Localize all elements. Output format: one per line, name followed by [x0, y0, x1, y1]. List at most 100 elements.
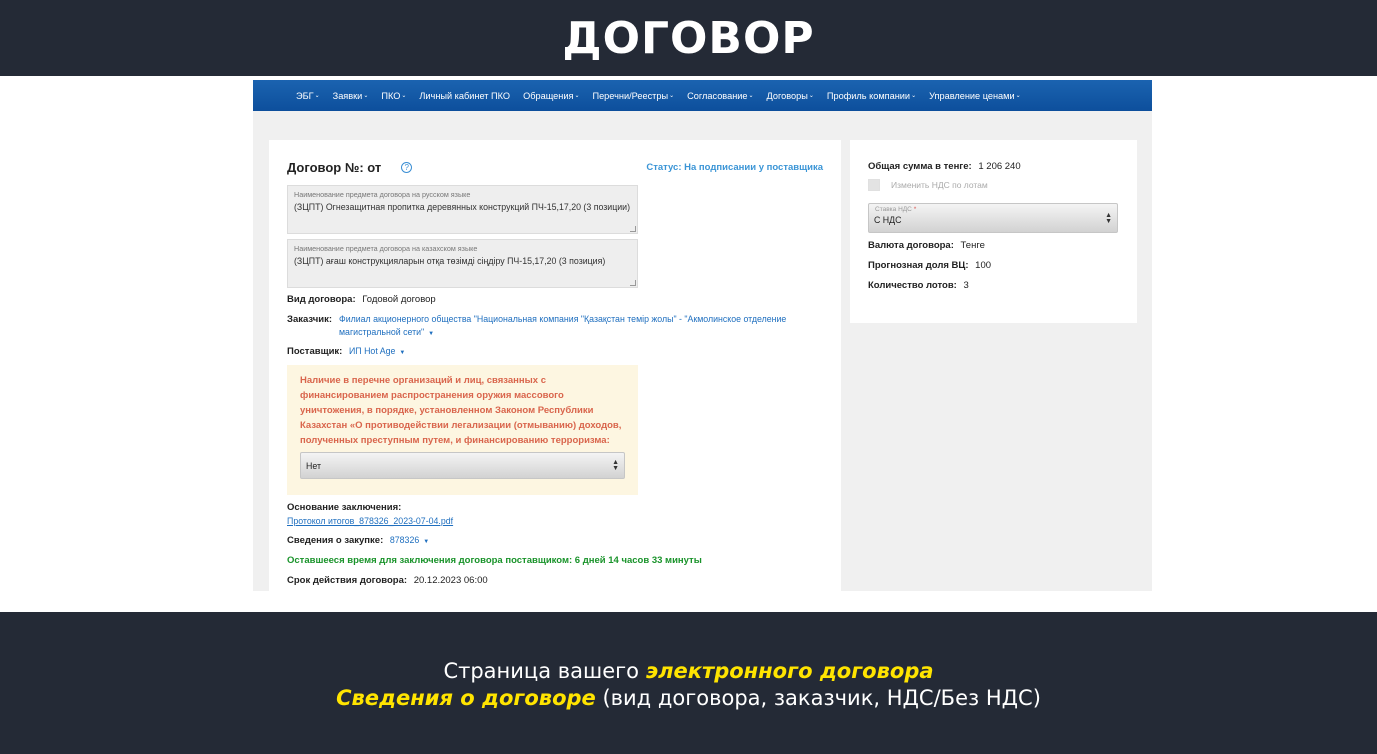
nav-item-label: Обращения: [523, 90, 574, 101]
caption-line-2-suffix: (вид договора, заказчик, НДС/Без НДС): [595, 686, 1041, 710]
total-sum-label: Общая сумма в тенге:: [868, 161, 972, 172]
caret-down-icon[interactable]: ▼: [399, 350, 405, 356]
subject-ru-label: Наименование предмета договора на русско…: [294, 190, 471, 199]
chevron-down-icon: ⌄: [1015, 93, 1021, 99]
nav-item-pko[interactable]: ПКО ⌄: [381, 91, 406, 101]
currency-value: Тенге: [960, 240, 985, 251]
sanctions-select[interactable]: Нет ▲ ▼: [300, 452, 625, 479]
nav-item-ebg[interactable]: ЭБГ ⌄: [296, 91, 320, 101]
nav-item-label: Управление ценами: [929, 90, 1015, 101]
customer-name-line2: магистральной сети": [339, 327, 425, 337]
vat-select-value: С НДС: [874, 214, 902, 225]
contract-details-card: Договор №: от ? Статус: На подписании у …: [269, 140, 841, 591]
chevron-down-icon: ⌄: [314, 93, 320, 99]
total-sum-value: 1 206 240: [978, 161, 1021, 172]
chevron-down-icon: ⌄: [574, 93, 580, 99]
purchase-label: Сведения о закупке:: [287, 535, 384, 546]
caption-line-2-highlight: Сведения о договоре: [336, 686, 596, 710]
lots-value: 3: [963, 280, 969, 291]
required-mark: *: [913, 206, 917, 213]
nav-item-company-profile[interactable]: Профиль компании ⌄: [827, 91, 916, 101]
sanctions-warning-box: Наличие в перечне организаций и лиц, свя…: [287, 365, 638, 495]
subject-ru-value: (ЗЦПТ) Огнезащитная пропитка деревянных …: [294, 202, 630, 212]
nav-item-label: Договоры: [766, 90, 808, 101]
customer-name-line1: Филиал акционерного общества "Национальн…: [339, 314, 787, 324]
basis-label: Основание заключения:: [287, 502, 402, 513]
nav-item-applications[interactable]: Заявки ⌄: [333, 91, 369, 101]
nav-item-approval[interactable]: Согласование ⌄: [687, 91, 753, 101]
nav-item-label: Профиль компании: [826, 90, 911, 101]
share-label: Прогнозная доля ВЦ:: [868, 260, 969, 271]
sanctions-warning-text: Наличие в перечне организаций и лиц, свя…: [300, 375, 622, 446]
contract-summary-card: Общая сумма в тенге: 1 206 240 Изменить …: [850, 140, 1137, 323]
basis-file-link[interactable]: Протокол итогов_878326_2023-07-04.pdf: [287, 516, 453, 526]
chevron-down-icon: ⌄: [363, 93, 369, 99]
contract-type-value: Годовой договор: [362, 294, 436, 305]
caption-line-1-prefix: Страница вашего: [443, 659, 646, 683]
validity-row: Срок действия договора: 20.12.2023 06:00: [287, 575, 488, 586]
resize-handle-icon[interactable]: [630, 280, 636, 286]
contract-screenshot: ЭБГ ⌄ Заявки ⌄ ПКО ⌄ Личный кабинет ПКО Обр…: [253, 80, 1152, 591]
share-row: Прогнозная доля ВЦ: 100: [868, 260, 991, 271]
change-vat-label: Изменить НДС по лотам: [891, 180, 988, 190]
subject-kz-field[interactable]: Наименование предмета договора на казахс…: [287, 239, 638, 288]
contract-status: Статус: На подписании у поставщика: [646, 162, 823, 173]
share-value: 100: [975, 260, 992, 271]
caret-down-icon: ▼: [428, 331, 435, 337]
nav-item-pko-cabinet[interactable]: Личный кабинет ПКО: [419, 91, 510, 101]
nav-item-label: Заявки: [332, 90, 363, 101]
supplier-link[interactable]: ИП Hot Age: [349, 346, 395, 356]
subject-kz-label: Наименование предмета договора на казахс…: [294, 244, 478, 253]
caption-line-1-highlight: электронного договора: [645, 659, 934, 683]
help-icon[interactable]: ?: [401, 162, 413, 173]
lots-row: Количество лотов: 3: [868, 280, 969, 291]
banner-title: ДОГОВОР: [562, 12, 815, 64]
lots-label: Количество лотов:: [868, 280, 957, 291]
basis-file-row: Протокол итогов_878326_2023-07-04.pdf: [287, 516, 453, 526]
customer-row: Заказчик:: [287, 314, 332, 325]
bottom-caption-banner: Страница вашего электронного договора Св…: [0, 612, 1377, 754]
chevron-down-icon: ⌄: [748, 93, 754, 99]
remaining-time: Оставшееся время для заключения договора…: [287, 555, 702, 566]
caption-line-1: Страница вашего электронного договора: [0, 659, 1377, 683]
nav-item-label: Согласование: [687, 90, 748, 101]
total-sum-row: Общая сумма в тенге: 1 206 240: [868, 161, 1021, 172]
nav-item-label: Перечни/Реестры: [592, 90, 669, 101]
contract-title-text: Договор №: от: [287, 160, 382, 175]
subject-ru-field[interactable]: Наименование предмета договора на русско…: [287, 185, 638, 234]
currency-label: Валюта договора:: [868, 240, 954, 251]
vat-select[interactable]: Ставка НДС * С НДС ▲ ▼: [868, 203, 1118, 233]
nav-item-registries[interactable]: Перечни/Реестры ⌄: [592, 91, 674, 101]
supplier-label: Поставщик:: [287, 346, 343, 357]
purchase-row: Сведения о закупке: 878326 ▼: [287, 535, 429, 546]
caret-down-icon[interactable]: ▼: [423, 539, 429, 545]
subject-kz-value: (ЗЦПТ) ағаш конструкцияларын отқа төзімд…: [294, 256, 606, 266]
validity-label: Срок действия договора:: [287, 575, 408, 586]
contract-type-row: Вид договора: Годовой договор: [287, 294, 436, 305]
select-arrows-icon: ▲ ▼: [612, 459, 619, 472]
nav-item-label: ПКО: [381, 90, 401, 101]
top-banner: ДОГОВОР: [0, 0, 1377, 76]
contract-type-label: Вид договора:: [287, 294, 356, 305]
nav-item-price-management[interactable]: Управление ценами ⌄: [929, 91, 1021, 101]
nav-item-label: ЭБГ: [296, 90, 314, 101]
nav-item-contracts[interactable]: Договоры ⌄: [767, 91, 814, 101]
purchase-link[interactable]: 878326: [390, 535, 419, 545]
select-arrows-icon: ▲ ▼: [1105, 212, 1112, 225]
validity-value: 20.12.2023 06:00: [413, 575, 488, 586]
chevron-down-icon: ⌄: [669, 93, 675, 99]
chevron-down-icon: ⌄: [401, 93, 407, 99]
change-vat-checkbox[interactable]: [868, 179, 880, 191]
chevron-down-icon: ⌄: [808, 93, 814, 99]
nav-item-appeals[interactable]: Обращения ⌄: [523, 91, 579, 101]
resize-handle-icon[interactable]: [630, 226, 636, 232]
sanctions-select-value: Нет: [306, 460, 321, 471]
customer-label: Заказчик:: [287, 314, 333, 325]
vat-select-caption: Ставка НДС *: [875, 206, 916, 213]
contract-title: Договор №: от ?: [287, 160, 413, 175]
main-navbar: ЭБГ ⌄ Заявки ⌄ ПКО ⌄ Личный кабинет ПКО Обр…: [253, 80, 1152, 111]
customer-link[interactable]: Филиал акционерного общества "Национальн…: [339, 313, 786, 341]
currency-row: Валюта договора: Тенге: [868, 240, 985, 251]
chevron-down-icon: ⌄: [911, 93, 917, 99]
supplier-row: Поставщик: ИП Hot Age ▼: [287, 346, 405, 357]
